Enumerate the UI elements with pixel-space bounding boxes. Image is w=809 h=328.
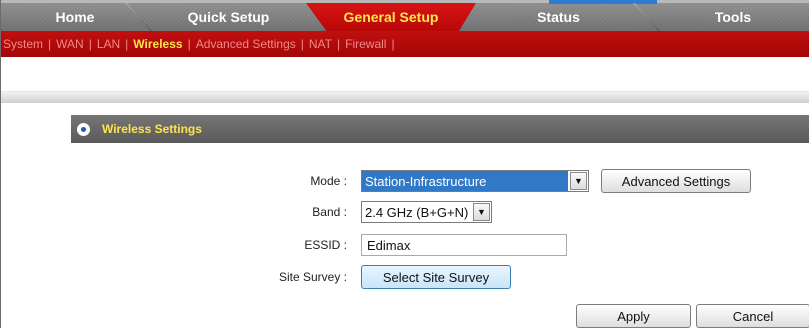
apply-button[interactable]: Apply (576, 304, 691, 328)
band-controls: 2.4 GHz (B+G+N) ▼ (361, 201, 492, 223)
content-top-strip (1, 91, 809, 103)
tab-quick-setup-label: Quick Setup (187, 9, 270, 25)
mode-row: Mode : Station-Infrastructure ▼ Advanced… (1, 169, 809, 193)
tab-home-label: Home (55, 9, 95, 25)
subnav-item-firewall[interactable]: Firewall (345, 37, 386, 51)
subnav-separator: | (88, 37, 92, 51)
cancel-button[interactable]: Cancel (696, 304, 809, 328)
sub-navigation: System | WAN | LAN | Wireless | Advanced… (1, 31, 809, 57)
tab-general-setup-label: General Setup (343, 9, 439, 25)
mode-select[interactable]: Station-Infrastructure ▼ (361, 170, 589, 192)
band-select-value: 2.4 GHz (B+G+N) (365, 204, 469, 220)
site-survey-label: Site Survey : (278, 270, 347, 284)
tab-status-label: Status (537, 9, 580, 25)
tab-status[interactable]: Status (476, 3, 641, 31)
subnav-item-advanced-settings[interactable]: Advanced Settings (196, 37, 296, 51)
subnav-item-system[interactable]: System (3, 37, 43, 51)
advanced-settings-button[interactable]: Advanced Settings (601, 169, 751, 193)
tab-tools[interactable]: Tools (656, 3, 809, 31)
band-label: Band : (312, 205, 347, 219)
subnav-item-wan[interactable]: WAN (56, 37, 84, 51)
subnav-item-nat[interactable]: NAT (309, 37, 332, 51)
subnav-separator: | (187, 37, 191, 51)
tab-tools-label: Tools (714, 9, 752, 25)
subnav-separator: | (391, 37, 395, 51)
chevron-down-icon[interactable]: ▼ (473, 203, 490, 221)
mode-label: Mode : (310, 174, 347, 188)
site-survey-row: Site Survey : Select Site Survey (1, 265, 809, 289)
essid-controls (361, 234, 567, 256)
tab-general-setup[interactable]: General Setup (306, 3, 476, 31)
subnav-separator: | (300, 37, 304, 51)
chevron-down-icon[interactable]: ▼ (570, 172, 587, 190)
section-title: Wireless Settings (102, 122, 202, 136)
subnav-separator: | (337, 37, 341, 51)
subnav-separator: | (125, 37, 129, 51)
main-tab-bar: Home Quick Setup General Setup Status To… (1, 0, 809, 31)
essid-input[interactable] (361, 234, 567, 256)
essid-label: ESSID : (304, 238, 347, 252)
wireless-settings-header: Wireless Settings (71, 115, 809, 143)
essid-row: ESSID : (1, 233, 809, 257)
subnav-separator: | (48, 37, 52, 51)
mode-controls: Station-Infrastructure ▼ Advanced Settin… (361, 169, 751, 193)
radio-bullet-icon (77, 122, 90, 136)
subnav-item-wireless[interactable]: Wireless (133, 37, 182, 51)
tab-quick-setup[interactable]: Quick Setup (151, 3, 306, 31)
band-row: Band : 2.4 GHz (B+G+N) ▼ (1, 200, 809, 224)
site-survey-controls: Select Site Survey (361, 265, 511, 289)
mode-select-value: Station-Infrastructure (362, 171, 568, 191)
subnav-item-lan[interactable]: LAN (97, 37, 120, 51)
band-select[interactable]: 2.4 GHz (B+G+N) ▼ (361, 201, 492, 223)
tab-home[interactable]: Home (1, 3, 149, 31)
select-site-survey-button[interactable]: Select Site Survey (361, 265, 511, 289)
